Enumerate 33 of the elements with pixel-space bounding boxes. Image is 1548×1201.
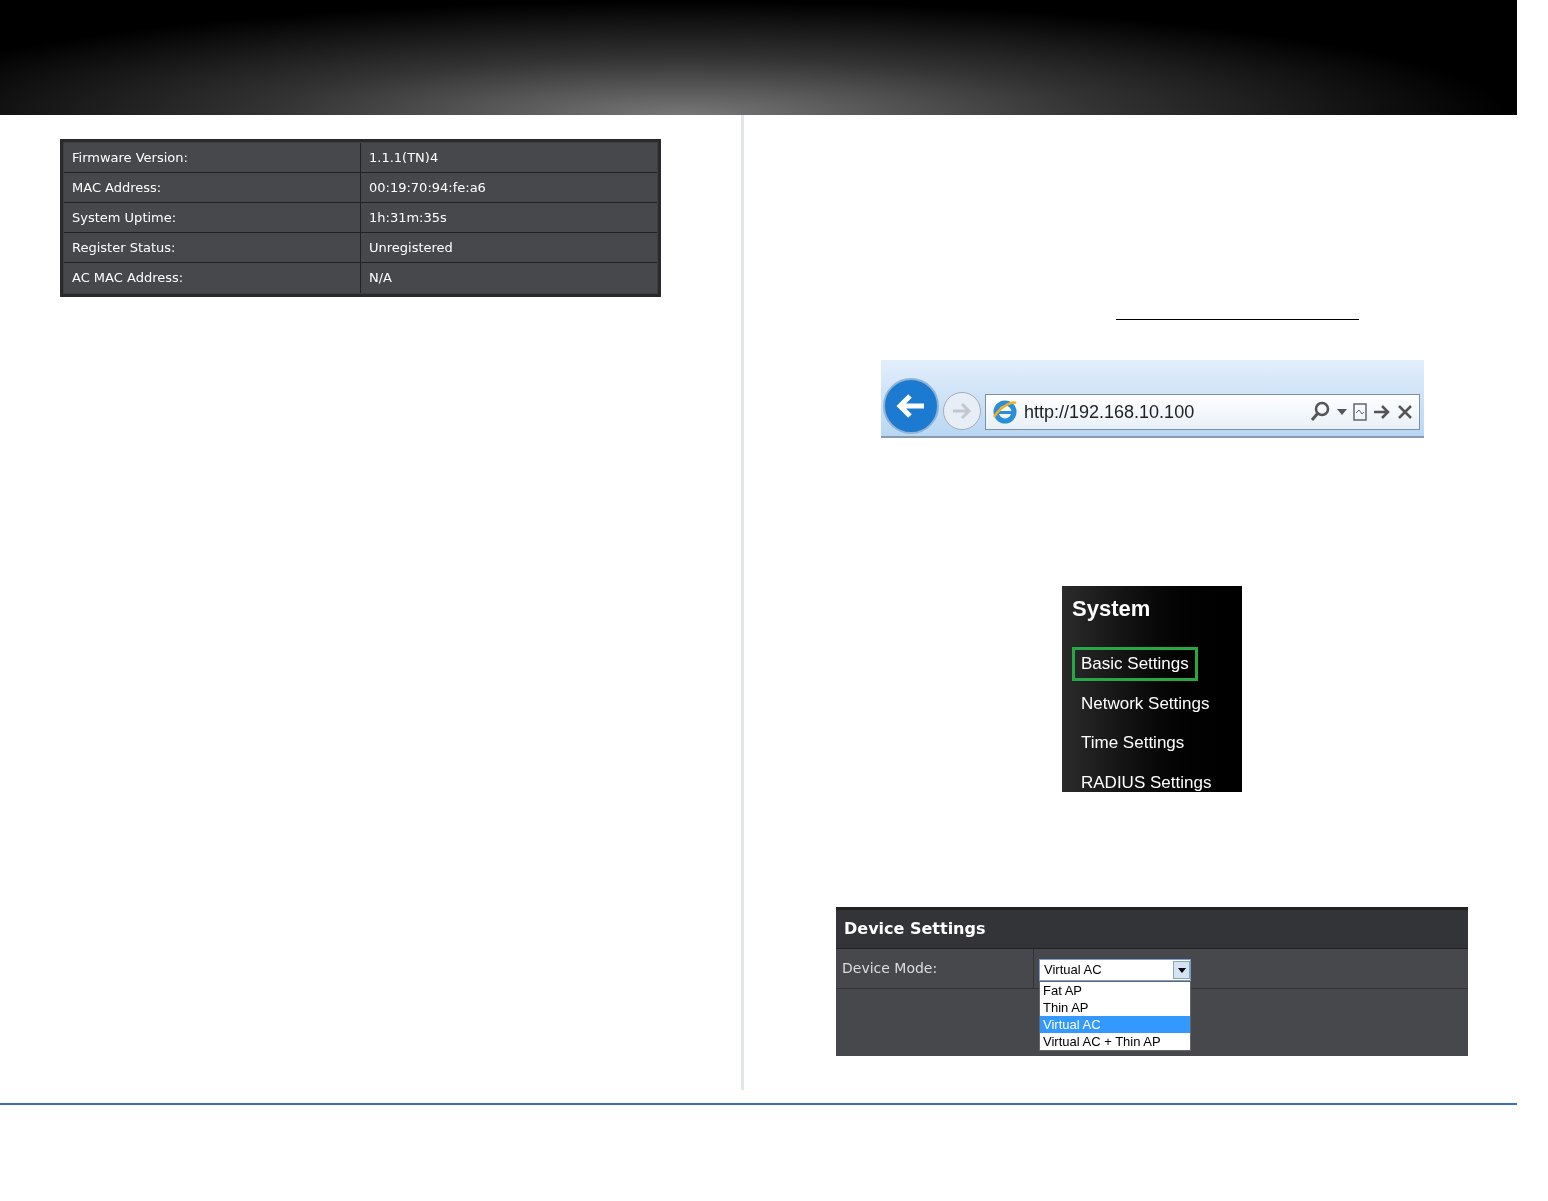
table-cell: N/A	[361, 263, 657, 293]
table-cell: Register Status:	[64, 233, 361, 262]
table-cell: 1h:31m:35s	[361, 203, 657, 232]
table-cell: 1.1.1(TN)4	[361, 143, 657, 172]
caret-icon[interactable]	[1337, 409, 1347, 415]
arrow-right-icon	[951, 402, 973, 420]
device-mode-dropdown[interactable]: Virtual AC	[1039, 959, 1191, 981]
back-button[interactable]	[883, 378, 939, 434]
close-icon[interactable]	[1397, 404, 1413, 420]
menu-item[interactable]: Basic Settings	[1072, 647, 1198, 681]
arrow-left-icon	[896, 393, 926, 419]
menu-item[interactable]: Time Settings	[1072, 726, 1194, 760]
caret-icon	[1177, 967, 1186, 973]
dropdown-option[interactable]: Virtual AC + Thin AP	[1040, 1033, 1190, 1050]
search-icon[interactable]	[1309, 401, 1331, 423]
browser-logo-icon	[992, 399, 1018, 425]
table-cell: Firmware Version:	[64, 143, 361, 172]
table-cell: System Uptime:	[64, 203, 361, 232]
arrow-right-icon[interactable]	[1373, 404, 1391, 420]
table-cell: Unregistered	[361, 233, 657, 262]
dropdown-option[interactable]: Thin AP	[1040, 999, 1190, 1016]
table-cell: MAC Address:	[64, 173, 361, 202]
url-field[interactable]: http://192.168.10.100	[985, 394, 1420, 430]
table-cell: 00:19:70:94:fe:a6	[361, 173, 657, 202]
table-cell: AC MAC Address:	[64, 263, 361, 293]
field-label: Device Mode:	[836, 949, 1034, 988]
menu-item[interactable]: RADIUS Settings	[1072, 765, 1221, 799]
page-icon[interactable]	[1353, 403, 1367, 421]
menu-title: System	[1072, 595, 1152, 623]
dropdown-option[interactable]: Fat AP	[1040, 982, 1190, 999]
url-text: http://192.168.10.100	[1024, 400, 1196, 424]
panel-title: Device Settings	[836, 910, 1468, 949]
menu-item[interactable]: Network Settings	[1072, 686, 1219, 720]
